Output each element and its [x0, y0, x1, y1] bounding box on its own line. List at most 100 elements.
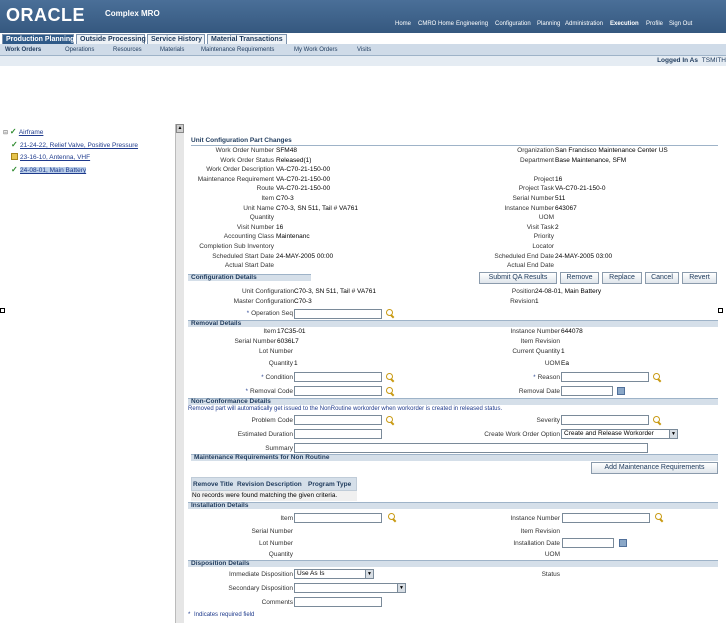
submit-qa-results-button[interactable]: Submit QA Results	[479, 272, 557, 284]
config-details-bar: Configuration Details	[188, 274, 311, 281]
global-header: ORACLE Complex MRO Home CMRO Home Engine…	[0, 0, 726, 33]
tree-link-antenna[interactable]: 23-16-10, Antenna, VHF	[20, 154, 90, 161]
config-details-title: Configuration Details	[191, 274, 257, 281]
position-label: Position	[511, 288, 535, 295]
search-icon[interactable]	[655, 513, 664, 522]
problem-code-input[interactable]	[294, 415, 382, 425]
logged-in-bar: Logged In As TSMITH	[0, 56, 726, 66]
comments-input[interactable]	[294, 597, 382, 607]
estimated-duration-input[interactable]	[294, 429, 382, 439]
immediate-disposition-select[interactable]: Use As Is ▼	[294, 569, 374, 579]
unit-configuration-label: Unit Configuration	[241, 288, 294, 295]
subtab-operations[interactable]: Operations	[65, 47, 94, 53]
global-link-cmro-home[interactable]: CMRO Home	[418, 21, 454, 27]
folder-icon	[11, 153, 18, 160]
vertical-scrollbar[interactable]: ▲	[175, 124, 184, 623]
maint-req-bar: Maintenance Requirements for Non Routine	[191, 454, 718, 461]
current-qty-value: 1	[561, 348, 565, 355]
cancel-button[interactable]: Cancel	[645, 272, 679, 284]
global-link-execution[interactable]: Execution	[610, 21, 639, 27]
operation-seq-label: * Operation Seq	[190, 310, 293, 317]
calendar-icon[interactable]	[617, 387, 625, 395]
search-icon[interactable]	[653, 373, 662, 382]
unit-config-field-label: Actual Start Date	[224, 262, 274, 270]
install-instance-input[interactable]	[562, 513, 650, 523]
unit-config-field-label: Quantity	[249, 214, 274, 222]
global-link-engineering[interactable]: Engineering	[456, 21, 488, 27]
unit-config-field-label: Project	[533, 175, 554, 183]
search-icon[interactable]	[386, 416, 395, 425]
col-revision: Revision	[237, 481, 265, 488]
replace-button[interactable]: Replace	[602, 272, 642, 284]
secondary-disposition-select[interactable]: ▼	[294, 583, 406, 593]
required-marker: *	[261, 375, 264, 381]
global-link-configuration[interactable]: Configuration	[495, 21, 531, 27]
add-maintenance-requirements-button[interactable]: Add Maintenance Requirements	[591, 462, 718, 474]
operation-seq-text: Operation Seq	[251, 310, 293, 317]
global-link-profile[interactable]: Profile	[646, 21, 663, 27]
subtab-maintenance-requirements[interactable]: Maintenance Requirements	[201, 47, 274, 53]
reason-input[interactable]	[561, 372, 649, 382]
removal-serial-value: 6036L7	[277, 338, 299, 345]
chevron-down-icon: ▼	[397, 584, 405, 592]
search-icon[interactable]	[653, 416, 662, 425]
search-icon[interactable]	[386, 373, 395, 382]
severity-input[interactable]	[561, 415, 649, 425]
empty-message: No records were found matching the given…	[192, 492, 338, 499]
logged-in-user: TSMITH	[701, 57, 726, 64]
tree-node-child-1[interactable]: ✓ 21-24-22, Relief Valve, Positive Pressu…	[11, 140, 138, 149]
master-configuration-label: Master Configuration	[233, 298, 294, 305]
calendar-icon[interactable]	[619, 539, 627, 547]
create-wo-option-label: Create Work Order Option	[484, 431, 560, 438]
required-marker: *	[188, 612, 191, 618]
unit-config-field-value: Base Maintenance, SFM	[555, 156, 627, 164]
tree-link-relief-valve[interactable]: 21-24-22, Relief Valve, Positive Pressur…	[20, 142, 138, 149]
resize-handle-right[interactable]	[718, 308, 723, 313]
subtab-visits[interactable]: Visits	[357, 47, 371, 53]
estimated-duration-label: Estimated Duration	[237, 431, 293, 438]
create-wo-option-select[interactable]: Create and Release Workorder ▼	[561, 429, 678, 439]
unit-config-field-value: C70-3	[276, 195, 294, 202]
tree-link-airframe[interactable]: Airframe	[19, 129, 44, 136]
removal-date-input[interactable]	[561, 386, 613, 396]
tree-node-child-3[interactable]: ✓ 24-08-01, Main Battery	[11, 165, 87, 174]
global-link-sign-out[interactable]: Sign Out	[669, 21, 692, 27]
removal-qty-label: Quantity	[268, 360, 293, 367]
subtab-resources[interactable]: Resources	[113, 47, 142, 53]
unit-config-field-label: Serial Number	[512, 195, 554, 202]
tree-link-main-battery[interactable]: 24-08-01, Main Battery	[20, 167, 87, 174]
unit-config-field-label: Completion Sub Inventory	[199, 243, 274, 250]
check-icon: ✓	[9, 127, 17, 136]
scroll-up-icon[interactable]: ▲	[176, 124, 184, 133]
subtab-work-orders[interactable]: Work Orders	[5, 47, 41, 53]
required-marker: *	[533, 375, 536, 381]
revert-button[interactable]: Revert	[682, 272, 717, 284]
subtab-materials[interactable]: Materials	[160, 47, 184, 53]
col-remove: Remove	[193, 481, 219, 488]
summary-input[interactable]	[294, 443, 648, 453]
check-icon: ✓	[11, 165, 18, 174]
operation-seq-input[interactable]	[294, 309, 382, 319]
resize-handle-left[interactable]	[0, 308, 5, 313]
subtab-my-work-orders[interactable]: My Work Orders	[294, 47, 338, 53]
unit-config-field-label: Visit Number	[236, 223, 274, 231]
global-link-home[interactable]: Home	[395, 21, 411, 27]
tab-bar: Production Planning Outside Processing S…	[0, 33, 726, 45]
search-icon[interactable]	[388, 513, 397, 522]
global-link-planning[interactable]: Planning	[537, 21, 560, 27]
tree-node-child-2[interactable]: 23-16-10, Antenna, VHF	[11, 153, 90, 161]
tree-node-root[interactable]: ⊟ ✓ Airframe	[3, 127, 43, 136]
global-link-administration[interactable]: Administration	[565, 21, 603, 27]
unit-config-field-label: Maintenance Requirement	[197, 175, 274, 183]
removal-code-input[interactable]	[294, 386, 382, 396]
required-note-text: Indicates required field	[194, 612, 255, 618]
search-icon[interactable]	[386, 387, 395, 396]
search-icon[interactable]	[386, 309, 395, 318]
condition-input[interactable]	[294, 372, 382, 382]
condition-text: Condition	[265, 374, 293, 381]
tree-connector-icon: ⊟	[3, 130, 9, 136]
install-item-input[interactable]	[294, 513, 382, 523]
remove-button[interactable]: Remove	[560, 272, 599, 284]
install-date-input[interactable]	[562, 538, 614, 548]
immediate-disposition-value: Use As Is	[297, 570, 325, 577]
